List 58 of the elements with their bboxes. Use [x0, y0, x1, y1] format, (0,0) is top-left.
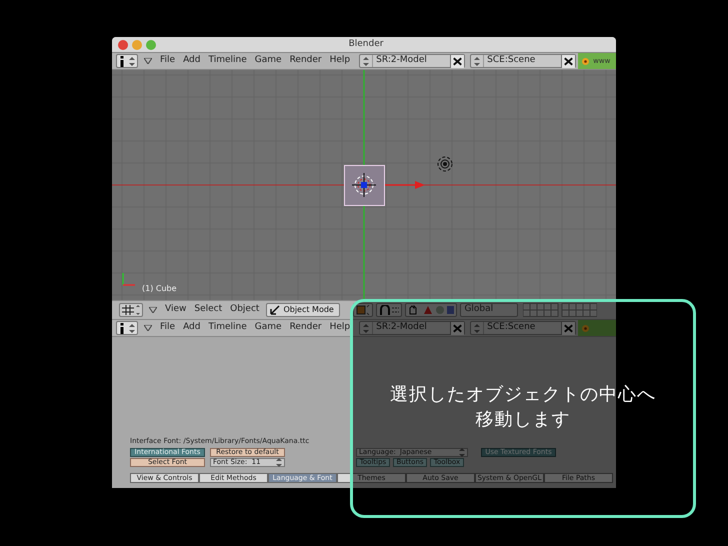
field-value: SR:2-Model: [375, 321, 428, 334]
mode-dropdown[interactable]: Object Mode: [266, 303, 340, 317]
manipulator-button[interactable]: [405, 303, 458, 317]
info-icon: [119, 56, 125, 66]
selected-cube-drawing: [344, 165, 385, 206]
callout-text: 移動します: [476, 408, 570, 432]
editor-type-button[interactable]: [119, 303, 143, 317]
magnet-icon: [379, 305, 400, 315]
arrow-icon: [385, 181, 425, 189]
axis-gizmo-icon: [120, 272, 136, 288]
field-value: SCE:Scene: [486, 54, 536, 68]
menu-item[interactable]: Game: [250, 54, 286, 68]
callout-text: 選択したオブジェクトの中心へ: [390, 383, 656, 407]
up-down-arrows-icon: [129, 324, 135, 332]
menu-item[interactable]: View: [161, 303, 190, 317]
menu-item[interactable]: Render: [286, 321, 326, 335]
close-icon[interactable]: [450, 54, 464, 68]
up-down-arrows-icon: [474, 324, 480, 332]
menu-item[interactable]: Render: [286, 54, 326, 68]
up-down-arrows-icon: [474, 56, 480, 66]
caret-icon[interactable]: [144, 58, 152, 64]
caret-icon[interactable]: [144, 325, 152, 331]
menu-item[interactable]: Timeline: [204, 54, 251, 68]
info-icon: [119, 322, 125, 334]
menu-item[interactable]: Help: [326, 321, 354, 335]
up-down-arrows-icon: [363, 56, 370, 66]
window-title: Blender: [348, 38, 384, 51]
up-down-arrows-icon: [363, 324, 370, 332]
menu-item[interactable]: Game: [250, 321, 286, 335]
sun-icon: [581, 324, 590, 332]
window-type-button[interactable]: [116, 321, 138, 335]
close-icon[interactable]: [561, 54, 576, 68]
menu-item[interactable]: Select: [190, 303, 226, 317]
cube-icon: [356, 305, 370, 315]
menu-item[interactable]: Timeline: [204, 321, 251, 335]
sun-icon: [581, 56, 590, 66]
object-label: (1) Cube: [142, 283, 177, 295]
field-value: SR:2-Model: [375, 54, 428, 68]
manipulator-icons-drawing: [408, 305, 454, 315]
screen-field[interactable]: SR:2-Model: [359, 54, 466, 68]
up-down-arrows-icon: [129, 56, 135, 66]
close-window-icon[interactable]: [118, 40, 128, 50]
menu-item[interactable]: File: [156, 54, 180, 68]
up-down-arrows-icon: [276, 458, 282, 467]
field-value: SCE:Scene: [486, 321, 536, 334]
up-down-arrows-icon: [459, 448, 465, 457]
draw-type-button[interactable]: [353, 303, 374, 317]
menu-item[interactable]: File: [156, 321, 180, 335]
window-type-button[interactable]: [116, 54, 138, 68]
grid-icon: [122, 305, 140, 315]
menu-item[interactable]: Object: [226, 303, 264, 317]
screen-field[interactable]: SCE:Scene: [470, 54, 576, 68]
caret-icon[interactable]: [149, 307, 157, 313]
lamp-icon: [436, 155, 454, 173]
mode-icon: [270, 305, 280, 315]
menu-item[interactable]: Help: [326, 54, 354, 68]
menu-item[interactable]: Add: [179, 54, 204, 68]
menu-item[interactable]: Add: [179, 321, 204, 335]
